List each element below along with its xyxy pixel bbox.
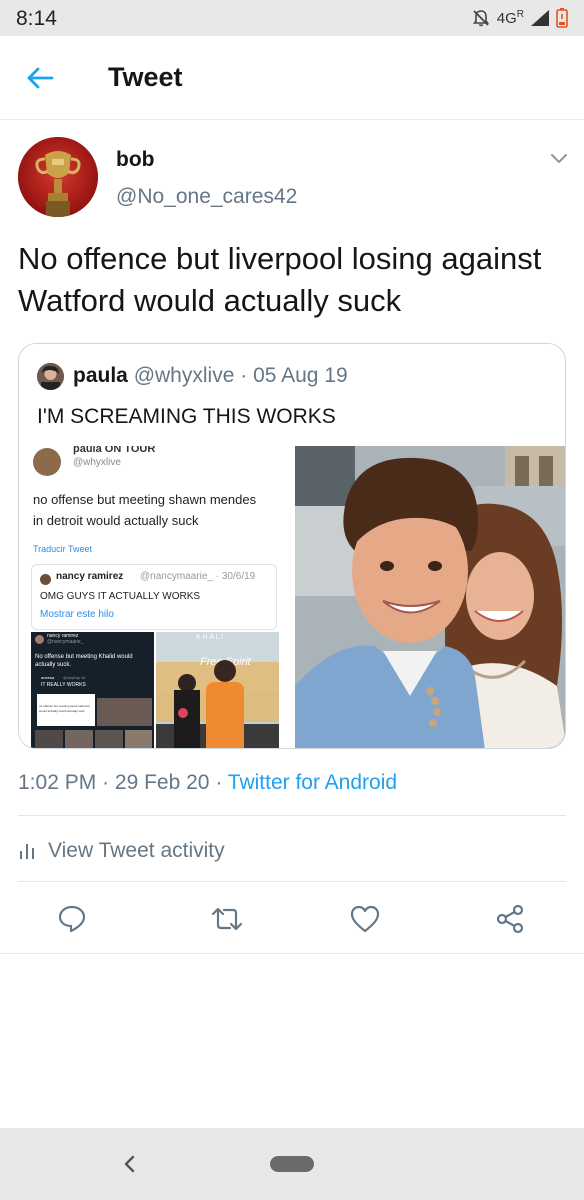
meta-separator-1: · [102,771,110,794]
signal-icon [531,10,549,26]
view-activity-label: View Tweet activity [48,839,225,862]
mini-avatar [35,635,44,644]
screenshot-text-line2: in detroit would actually suck [33,513,199,528]
poster-text-1: K H A L I [196,634,223,641]
mini-tiny-line1: no offense but meeting jacob sartorius [39,704,90,708]
tweet-text: No offence but liverpool losing against … [18,241,542,318]
mini-photo-2 [35,730,63,748]
system-back-button[interactable] [120,1152,140,1176]
quoted-tweet-text: I'M SCREAMING THIS WORKS [37,405,336,428]
mini-reply-name: aneesa [41,675,55,680]
status-bar: 8:14 4GR [0,0,584,36]
tweet-meta: 1:02 PM · 29 Feb 20 · Twitter for Androi… [18,771,397,795]
screenshot-user-handle: @whyxlive [73,457,121,468]
tweet-menu-button[interactable] [546,148,572,170]
mute-bell-icon [472,10,489,27]
screenshot-khalid-photo: K H A L I Free Spirit [156,632,279,748]
network-type: 4GR [496,9,524,27]
mini-photo-1 [97,698,152,726]
screenshot-inner-text: OMG GUYS IT ACTUALLY WORKS [40,591,201,602]
share-icon [496,904,524,934]
screenshot-inner-avatar [40,574,51,585]
quoted-tweet-card[interactable]: paula @whyxlive · 05 Aug 19 I'M SCREAMIN… [18,343,566,749]
screenshot-mini-dark: nancy ramirez @nancymaarie_ No offense b… [31,632,154,748]
screenshot-translate: Traducir Tweet [33,544,93,554]
chevron-left-icon [124,1155,135,1173]
view-activity-button[interactable]: View Tweet activity [18,836,225,866]
mini-tiny-line2: would actually would actually suck [39,709,85,713]
heart-shape [178,708,188,718]
selfie-photo [295,446,565,748]
tweet-source-link[interactable]: Twitter for Android [228,771,397,794]
arrow-left-icon [27,67,54,89]
heart-outline-icon [350,905,380,933]
quoted-author-name[interactable]: paula [73,364,128,387]
quoted-date: 05 Aug 19 [253,364,348,387]
mini-text-line1: No offense but meeting Khalid would [35,654,133,660]
reply-bubble-icon [58,905,86,933]
status-icons: 4GR [471,6,568,30]
retweet-button[interactable] [210,902,244,936]
person-2-body [206,682,244,748]
person-2-head [214,660,236,682]
quoted-separator: · [240,364,248,387]
chevron-down-icon [551,154,567,163]
trophy-avatar-image [18,137,98,217]
reply-button[interactable] [55,902,89,936]
system-home-button[interactable] [270,1156,314,1172]
divider [18,815,566,816]
app-bar: Tweet [0,36,584,120]
retweet-icon [211,907,243,931]
share-button[interactable] [493,902,527,936]
screenshot-inner-meta: @nancymaarie_ · 30/6/19 [140,571,256,582]
mini-photo-4 [95,730,123,748]
divider [0,953,584,954]
screenshot-inner-quote: nancy ramirez @nancymaarie_ · 30/6/19 OM… [31,564,277,630]
person-1-body [174,690,200,748]
author-handle[interactable]: @No_one_cares42 [116,185,297,209]
screenshot-inner-thread: Mostrar este hilo [40,609,114,620]
back-button[interactable] [22,60,58,96]
screenshot-text-line1: no offense but meeting shawn mendes [33,492,257,507]
tweet-time: 1:02 PM [18,771,97,794]
author-name[interactable]: bob [116,148,154,172]
mini-nested-card: no offense but meeting jacob sartorius w… [37,694,95,726]
system-nav-bar [0,1128,584,1200]
quoted-author-handle[interactable]: @whyxlive [134,364,235,387]
author-avatar[interactable] [18,137,98,217]
meta-separator-2: · [215,771,223,794]
mini-reply-handle: @zeyfray 4d [63,675,86,680]
screenshot-avatar [33,448,61,476]
page-title: Tweet [108,62,183,92]
mini-reply-text: IT REALLY WORKS [41,682,86,688]
battery-low-icon [556,8,568,28]
bar-chart-icon [20,844,34,859]
mini-photo-5 [125,730,152,748]
like-button[interactable] [348,902,382,936]
quoted-media-screenshot[interactable]: paula ON TOUR @whyxlive no offense but m… [19,446,291,748]
quoted-media-photo[interactable] [295,446,565,748]
status-time: 8:14 [16,7,57,30]
quoted-avatar-image [37,363,64,390]
screenshot-inner-name: nancy ramirez [56,571,124,582]
mini-photo-3 [65,730,93,748]
tweet-date: 29 Feb 20 [114,771,210,794]
screenshot-user-name: paula ON TOUR [73,446,156,455]
quoted-header: paula @whyxlive · 05 Aug 19 [73,364,348,388]
divider [18,881,566,882]
mini-text-line2: actually suck. [35,662,72,668]
mini-handle: @nancymaarie_ [47,639,84,645]
quoted-author-avatar[interactable] [37,363,64,390]
